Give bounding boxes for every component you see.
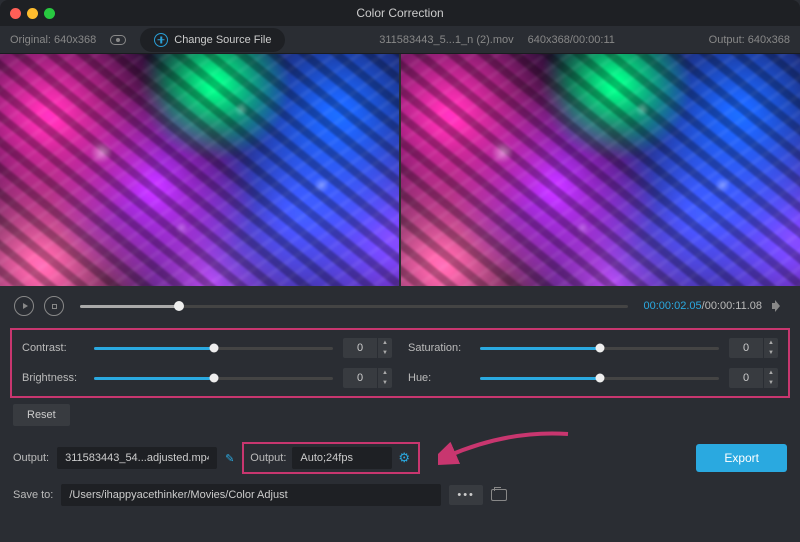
volume-icon[interactable] (772, 300, 786, 312)
saturation-step-up[interactable]: ▲ (764, 338, 778, 348)
output-format-box: Output: ⚙ (242, 442, 420, 474)
hue-step-up[interactable]: ▲ (764, 368, 778, 378)
maximize-icon[interactable] (44, 8, 55, 19)
minimize-icon[interactable] (27, 8, 38, 19)
sliders-panel: Contrast: ▲▼ Saturation: ▲▼ Brightness: … (10, 328, 790, 398)
contrast-value: ▲▼ (343, 338, 392, 358)
hue-input[interactable] (729, 368, 763, 388)
reset-button[interactable]: Reset (13, 404, 70, 426)
output-row: Output: ✎ Output: ⚙ Export (0, 434, 800, 482)
save-to-label: Save to: (13, 489, 53, 501)
hue-label: Hue: (408, 372, 470, 384)
hue-value: ▲▼ (729, 368, 778, 388)
hue-step-down[interactable]: ▼ (764, 378, 778, 388)
stop-icon (52, 304, 57, 309)
saturation-slider[interactable] (480, 347, 719, 350)
output-file-label: Output: (13, 452, 49, 464)
brightness-input[interactable] (343, 368, 377, 388)
source-meta: 640x368/00:00:11 (528, 34, 615, 46)
change-source-button[interactable]: Change Source File (140, 28, 285, 52)
original-label: Original: 640x368 (10, 34, 96, 46)
saturation-input[interactable] (729, 338, 763, 358)
hue-control: Hue: ▲▼ (408, 368, 778, 388)
preview-row (0, 54, 800, 286)
brightness-step-up[interactable]: ▲ (378, 368, 392, 378)
contrast-input[interactable] (343, 338, 377, 358)
preview-original (0, 54, 399, 286)
saturation-control: Saturation: ▲▼ (408, 338, 778, 358)
info-bar: Original: 640x368 Change Source File 311… (0, 26, 800, 54)
preview-output (401, 54, 800, 286)
output-filename-field[interactable] (57, 447, 217, 469)
brightness-control: Brightness: ▲▼ (22, 368, 392, 388)
stop-button[interactable] (44, 296, 64, 316)
plus-icon (154, 33, 168, 47)
seek-slider[interactable] (80, 305, 628, 308)
output-format-label: Output: (250, 452, 286, 464)
browse-button[interactable]: ••• (449, 485, 483, 505)
time-display: 00:00:02.05/00:00:11.08 (644, 300, 762, 312)
change-source-label: Change Source File (174, 34, 271, 46)
open-folder-icon[interactable] (491, 489, 507, 501)
output-format-field[interactable] (292, 447, 392, 469)
play-icon (23, 303, 28, 309)
edit-filename-icon[interactable]: ✎ (225, 452, 234, 465)
contrast-label: Contrast: (22, 342, 84, 354)
saturation-value: ▲▼ (729, 338, 778, 358)
seek-thumb[interactable] (174, 301, 184, 311)
contrast-slider[interactable] (94, 347, 333, 350)
brightness-step-down[interactable]: ▼ (378, 378, 392, 388)
gear-icon[interactable]: ⚙ (398, 450, 410, 466)
saturation-label: Saturation: (408, 342, 470, 354)
brightness-value: ▲▼ (343, 368, 392, 388)
window-title: Color Correction (356, 6, 443, 20)
annotation-arrow-icon (438, 428, 578, 468)
contrast-step-down[interactable]: ▼ (378, 348, 392, 358)
title-bar: Color Correction (0, 0, 800, 26)
save-row: Save to: ••• (0, 482, 800, 516)
eye-icon[interactable] (110, 35, 126, 45)
export-button[interactable]: Export (696, 444, 787, 472)
source-filename: 311583443_5...1_n (2).mov (379, 34, 513, 46)
saturation-step-down[interactable]: ▼ (764, 348, 778, 358)
seek-fill (80, 305, 179, 308)
play-button[interactable] (14, 296, 34, 316)
playback-bar: 00:00:02.05/00:00:11.08 (0, 286, 800, 328)
contrast-control: Contrast: ▲▼ (22, 338, 392, 358)
window-controls (10, 8, 55, 19)
brightness-slider[interactable] (94, 377, 333, 380)
brightness-label: Brightness: (22, 372, 84, 384)
close-icon[interactable] (10, 8, 21, 19)
contrast-step-up[interactable]: ▲ (378, 338, 392, 348)
output-dims-label: Output: 640x368 (709, 34, 790, 46)
hue-slider[interactable] (480, 377, 719, 380)
save-path-field[interactable] (61, 484, 441, 506)
